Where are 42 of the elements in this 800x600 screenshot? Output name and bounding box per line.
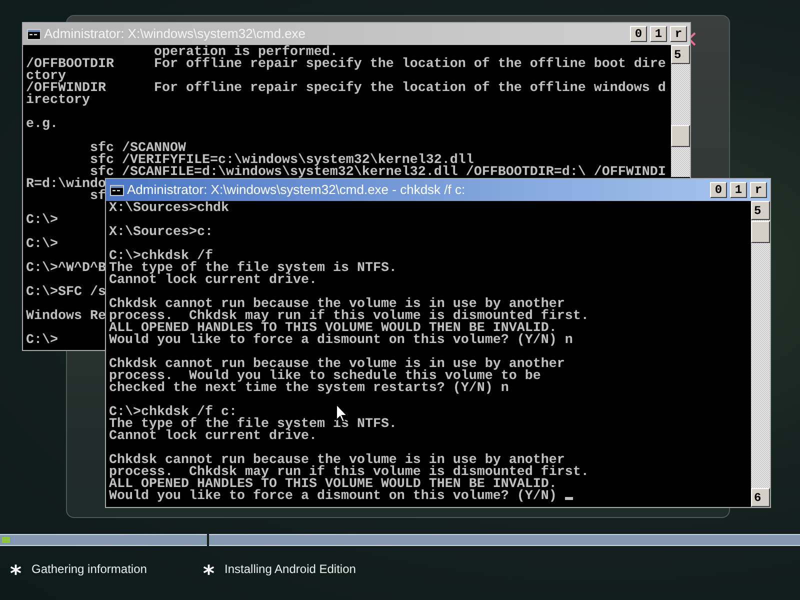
title-button[interactable]: r xyxy=(750,182,767,198)
step-label: Installing Android Edition xyxy=(224,561,356,578)
scrollbar[interactable]: 5 xyxy=(671,45,690,177)
scroll-up-button[interactable]: 5 xyxy=(751,201,770,220)
step-marker: * xyxy=(10,564,22,586)
console-line: Cannot lock current drive. xyxy=(109,431,317,443)
console-line: Cannot lock current drive. xyxy=(109,275,317,287)
console-line: process. Chkdsk may run if this volume is dismounted first. xyxy=(109,467,589,479)
console-line: C:\> xyxy=(26,215,58,227)
console-icon xyxy=(110,184,124,196)
console-line: X:\Sources>c: xyxy=(109,227,213,239)
console-line: sf xyxy=(88,191,106,203)
console-line: Windows Re xyxy=(26,311,106,323)
window-title: Administrator: X:\windows\system32\cmd.exe xyxy=(44,25,307,44)
console-line: C:\>SFC /s xyxy=(26,287,106,299)
scroll-down-button[interactable]: 6 xyxy=(751,488,770,507)
scrollbar[interactable]: 5 6 xyxy=(751,201,770,507)
console-line: irectory xyxy=(26,95,90,107)
console-line: /OFFBOOTDIR For offline repair specify the location of the offline boot dire xyxy=(26,59,666,71)
console-line: process. Chkdsk may run if this volume is dismounted first. xyxy=(109,311,589,323)
step-marker: * xyxy=(203,564,215,586)
console-line: ctory xyxy=(26,71,66,83)
console-line: Would you like to force a dismount on this volume? (Y/N) xyxy=(109,491,573,503)
console-icon xyxy=(27,28,41,40)
title-button[interactable]: 0 xyxy=(710,182,727,198)
scroll-thumb[interactable] xyxy=(751,221,770,243)
step-label: Gathering information xyxy=(32,561,147,578)
console-line: C:\>^W^D^B xyxy=(26,263,106,275)
title-button[interactable]: 1 xyxy=(730,182,747,198)
console-line: checked the next time the system restarts? (Y/N) n xyxy=(109,383,509,395)
console-line: C:\> xyxy=(26,239,58,251)
console-line: Would you like to force a dismount on this volume? (Y/N) n xyxy=(109,335,573,347)
console-line: X:\Sources>chdk xyxy=(109,203,229,215)
title-button[interactable]: 0 xyxy=(630,26,647,42)
console-line: e.g. xyxy=(26,119,58,131)
title-button[interactable]: 1 xyxy=(650,26,667,42)
scroll-thumb[interactable] xyxy=(671,125,690,147)
console-line: operation is performed. xyxy=(152,47,338,59)
title-button[interactable]: r xyxy=(670,26,687,42)
scroll-up-button[interactable]: 5 xyxy=(671,45,690,64)
window-title: Administrator: X:\windows\system32\cmd.exe - chkdsk /f c: xyxy=(127,181,466,200)
console-line: C:\> xyxy=(26,335,58,347)
